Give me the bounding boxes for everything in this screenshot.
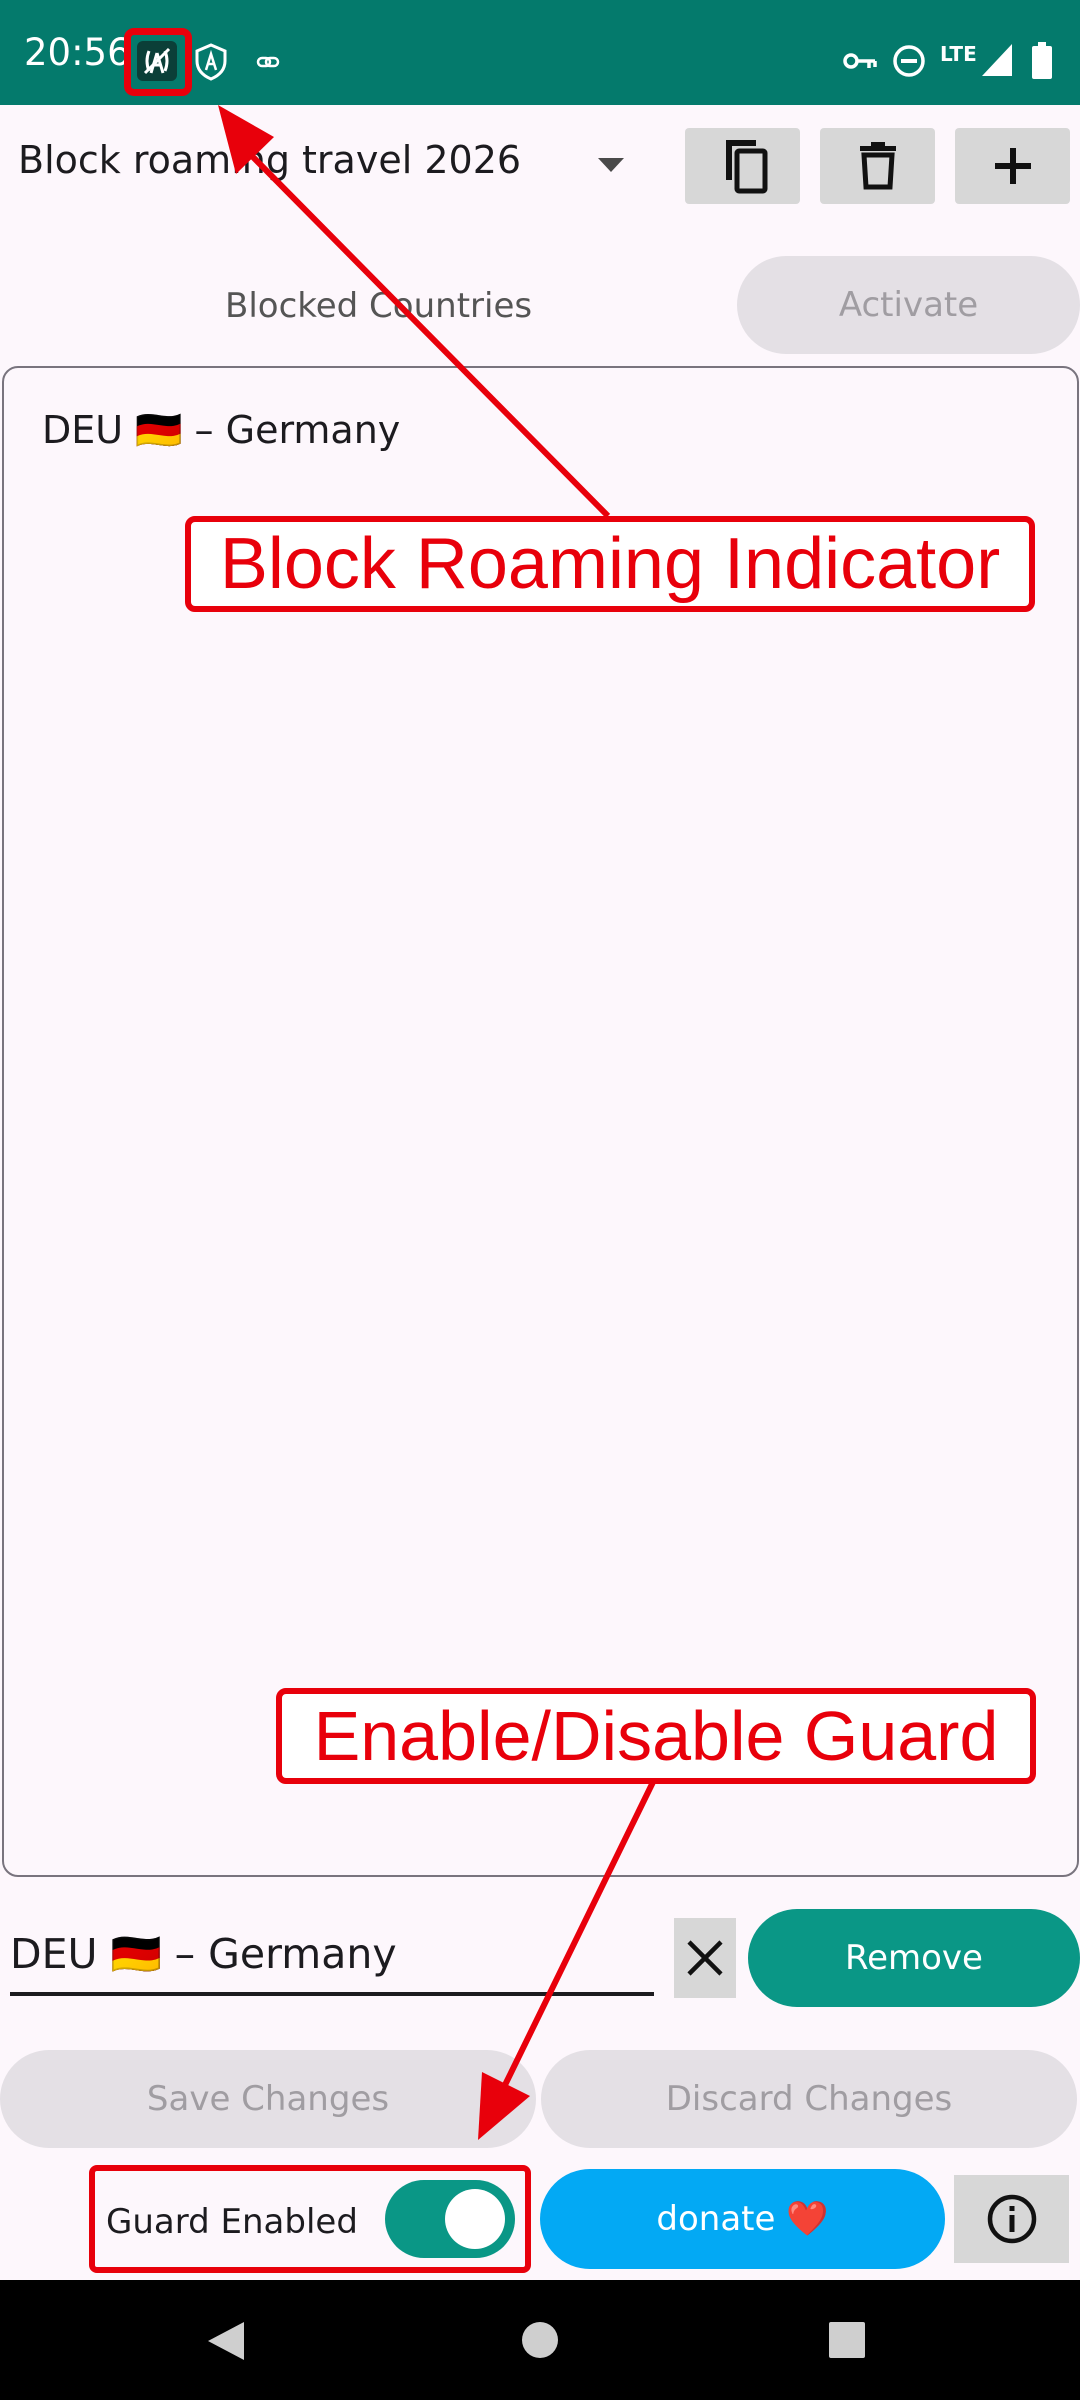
guard-annotation: Enable/Disable Guard (276, 1688, 1036, 1784)
indicator-annotation-text: Block Roaming Indicator (219, 524, 1001, 604)
guard-annotation-text: Enable/Disable Guard (313, 1697, 999, 1775)
annotation-arrows (218, 105, 657, 2140)
indicator-annotation: Block Roaming Indicator (185, 516, 1035, 612)
